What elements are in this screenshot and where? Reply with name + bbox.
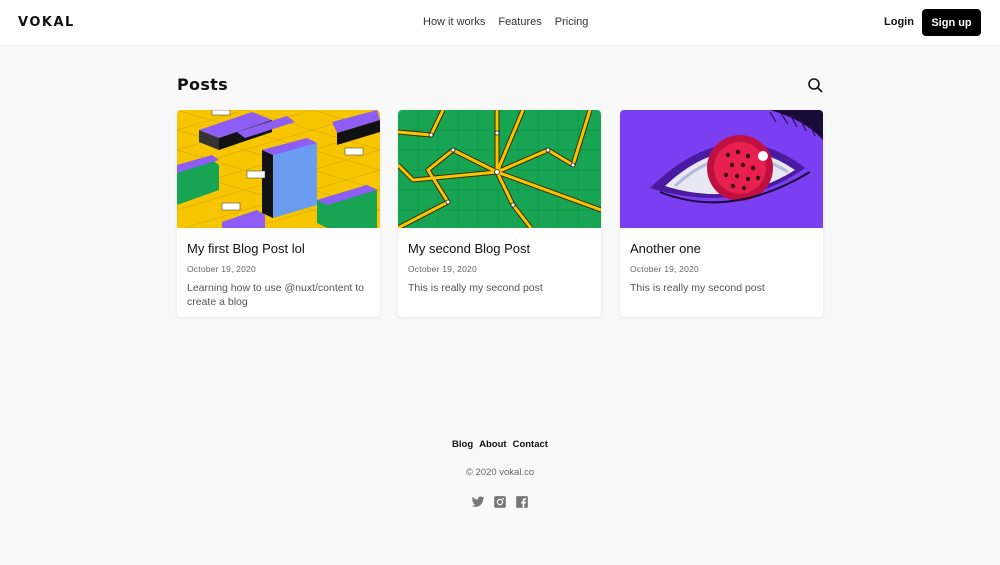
post-card[interactable]: My first Blog Post lol October 19, 2020 … — [177, 110, 380, 317]
post-1-cover-image — [177, 110, 380, 228]
post-title: My first Blog Post lol — [187, 241, 305, 256]
copyright-text: © 2020 vokal.co — [465, 467, 535, 478]
footer-link-contact[interactable]: Contact — [513, 439, 548, 450]
post-title: Another one — [630, 241, 701, 256]
twitter-icon[interactable] — [471, 495, 485, 509]
nav-how-it-works[interactable]: How it works — [423, 16, 485, 28]
page-title: Posts — [177, 75, 228, 94]
post-date: October 19, 2020 — [187, 264, 256, 274]
footer-link-blog[interactable]: Blog — [452, 439, 473, 450]
post-title: My second Blog Post — [408, 241, 531, 256]
post-description: This is really my second post — [630, 282, 765, 294]
vokal-logo[interactable]: VOKAL — [18, 15, 75, 30]
post-description: Learning how to use @nuxt/content to cre… — [187, 282, 365, 308]
main-nav: How it works Features Pricing — [423, 16, 588, 28]
post-3-cover-image — [620, 110, 823, 228]
post-date: October 19, 2020 — [408, 264, 477, 274]
post-description: This is really my second post — [408, 282, 543, 294]
top-navigation-bar: VOKAL How it works Features Pricing Logi… — [0, 0, 1000, 46]
facebook-icon[interactable] — [515, 495, 529, 509]
post-card[interactable]: Another one October 19, 2020 This is rea… — [620, 110, 823, 317]
post-card[interactable]: My second Blog Post October 19, 2020 Thi… — [398, 110, 601, 317]
login-link[interactable]: Login — [884, 16, 914, 28]
post-date: October 19, 2020 — [630, 264, 699, 274]
search-icon[interactable] — [807, 77, 823, 93]
signup-button[interactable]: Sign up — [922, 9, 981, 36]
instagram-icon[interactable] — [493, 495, 507, 509]
footer-link-about[interactable]: About — [479, 439, 506, 450]
nav-features[interactable]: Features — [498, 16, 541, 28]
social-links — [471, 495, 529, 509]
post-2-cover-image — [398, 110, 601, 228]
footer-links: Blog About Contact — [0, 439, 1000, 450]
nav-pricing[interactable]: Pricing — [555, 16, 589, 28]
